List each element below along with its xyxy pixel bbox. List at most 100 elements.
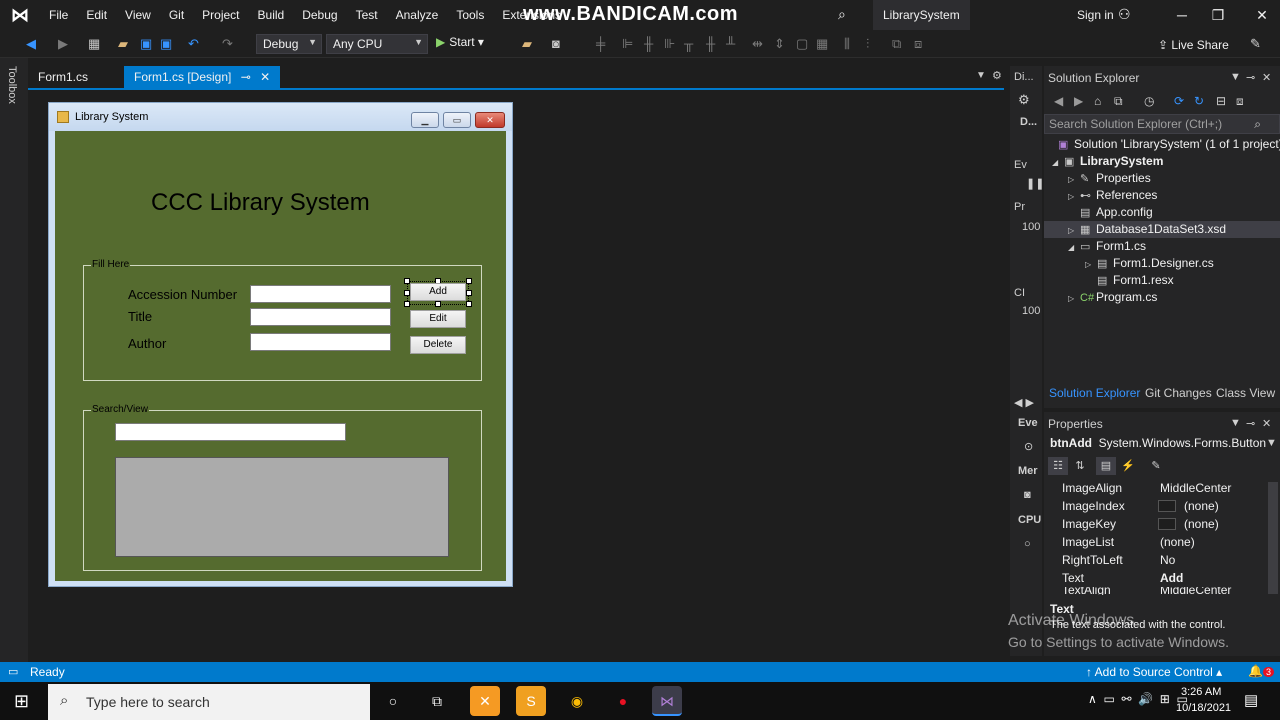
menu-analyze[interactable]: Analyze: [387, 0, 448, 30]
browse-icon[interactable]: ▰: [522, 36, 532, 52]
forward-icon[interactable]: ▶: [58, 36, 68, 52]
save-icon[interactable]: ▣: [140, 36, 152, 52]
visual-studio-logo-icon[interactable]: ⋈: [0, 0, 40, 30]
search-textbox[interactable]: [115, 423, 346, 441]
resize-handle[interactable]: [404, 301, 410, 307]
fill-here-groupbox[interactable]: Fill Here Accession Number Title Author …: [83, 259, 482, 381]
tab-git-changes[interactable]: Git Changes: [1145, 386, 1212, 400]
feedback-icon[interactable]: ✎: [1250, 36, 1261, 52]
property-row[interactable]: TextAlign MiddleCenter: [1044, 587, 1264, 595]
collapse-all-icon[interactable]: ⊟: [1216, 94, 1226, 108]
property-row[interactable]: ImageIndex (none): [1044, 497, 1264, 515]
tab-solution-explorer[interactable]: Solution Explorer: [1049, 386, 1140, 400]
pin-icon[interactable]: ⊸: [241, 70, 251, 84]
collapse-icon[interactable]: ▷: [1068, 171, 1080, 188]
expand-icon[interactable]: ◢: [1068, 239, 1080, 256]
gear-icon[interactable]: ⚙: [1018, 92, 1030, 108]
pin-icon[interactable]: ⊸: [1246, 417, 1255, 430]
property-row[interactable]: ImageList (none): [1044, 533, 1264, 551]
accession-number-textbox[interactable]: [250, 285, 391, 303]
toolbox-tab[interactable]: Toolbox: [6, 66, 18, 104]
align-top-icon[interactable]: ╥: [684, 36, 693, 51]
collapse-icon[interactable]: ▷: [1068, 290, 1080, 307]
property-pages-icon[interactable]: ✎: [1146, 457, 1166, 475]
pane-close-icon[interactable]: ✕: [1262, 417, 1271, 430]
refresh-icon[interactable]: ↻: [1194, 94, 1204, 108]
windows-start-icon[interactable]: ⊞: [14, 691, 29, 712]
align-bottom-icon[interactable]: ╨: [726, 36, 735, 51]
form-minimize-icon[interactable]: ▁: [411, 112, 439, 128]
scroll-left-icon[interactable]: ◀ ▶: [1014, 396, 1034, 409]
back-icon[interactable]: ◀: [26, 36, 36, 52]
event-icon[interactable]: ⊙: [1024, 440, 1033, 453]
tree-item-form1-resx[interactable]: ▤ Form1.resx: [1044, 272, 1280, 289]
diagnostics-tab[interactable]: Di...: [1014, 71, 1034, 83]
visual-studio-taskbar-icon[interactable]: ⋈: [652, 686, 682, 716]
tree-item-references[interactable]: ▷ ⊷ References: [1044, 187, 1280, 204]
accession-number-label[interactable]: Accession Number: [128, 287, 237, 302]
tree-item-project[interactable]: ◢ ▣ LibrarySystem: [1044, 153, 1280, 170]
show-all-files-icon[interactable]: ⧈: [1236, 94, 1244, 109]
grid-icon[interactable]: ▦: [816, 36, 828, 52]
tab-close-icon[interactable]: ✕: [260, 70, 270, 84]
cortana-icon[interactable]: ○: [378, 686, 408, 716]
align-left-icon[interactable]: ⊫: [622, 36, 633, 52]
cpu-usage-tab[interactable]: CPU: [1018, 514, 1041, 526]
tree-item-solution[interactable]: ▣ Solution 'LibrarySystem' (1 of 1 projec…: [1044, 136, 1280, 153]
tree-item-program[interactable]: ▷ C# Program.cs: [1044, 289, 1280, 306]
pending-changes-icon[interactable]: ◷: [1144, 94, 1154, 108]
platform-select[interactable]: Any CPU ▼: [326, 34, 428, 54]
resize-handle[interactable]: [435, 301, 441, 307]
sync-icon[interactable]: ⟳: [1174, 94, 1184, 108]
menu-build[interactable]: Build: [249, 0, 294, 30]
solution-search-input[interactable]: Search Solution Explorer (Ctrl+;) ⌕: [1044, 114, 1280, 134]
tree-item-app-config[interactable]: ▤ App.config: [1044, 204, 1280, 221]
configuration-select[interactable]: Debug ▼: [256, 34, 322, 54]
chrome-icon[interactable]: ◉: [562, 686, 592, 716]
designer-form-window[interactable]: Library System ▁ ▭ ✕ CCC Library System …: [48, 102, 513, 587]
property-row[interactable]: RightToLeft No: [1044, 551, 1264, 569]
tree-item-form1-designer[interactable]: ▷ ▤ Form1.Designer.cs: [1044, 255, 1280, 272]
send-back-icon[interactable]: ⧈: [914, 36, 922, 52]
tab-form1-cs[interactable]: Form1.cs: [28, 66, 98, 88]
menu-git[interactable]: Git: [160, 0, 193, 30]
taskbar-search-box[interactable]: ⌕ Type here to search: [48, 684, 370, 720]
events-lightning-icon[interactable]: ⚡: [1118, 457, 1138, 475]
add-to-source-control-button[interactable]: ↑ Add to Source Control ▴: [1086, 665, 1222, 679]
minimize-icon[interactable]: ─: [1164, 0, 1200, 30]
author-label[interactable]: Author: [128, 336, 166, 351]
open-folder-icon[interactable]: ▰: [118, 36, 128, 52]
clock-time[interactable]: 3:26 AM: [1181, 686, 1221, 698]
form-maximize-icon[interactable]: ▭: [443, 112, 471, 128]
collapse-icon[interactable]: ▷: [1068, 188, 1080, 205]
same-width-icon[interactable]: ⇹: [752, 36, 763, 52]
data-grid-view[interactable]: [115, 457, 449, 557]
menu-view[interactable]: View: [116, 0, 160, 30]
switch-views-icon[interactable]: ⧉: [1114, 94, 1123, 109]
align-icon[interactable]: ╪: [596, 36, 605, 51]
task-view-icon[interactable]: ⧉: [422, 686, 452, 716]
alphabetical-icon[interactable]: ⇅: [1070, 457, 1090, 475]
property-row[interactable]: ImageKey (none): [1044, 515, 1264, 533]
collapse-icon[interactable]: ▷: [1068, 222, 1080, 239]
property-row[interactable]: Text Add: [1044, 569, 1264, 587]
spacing-icon[interactable]: ⫼: [844, 36, 850, 52]
record-icon[interactable]: ○: [1024, 538, 1031, 550]
live-share-button[interactable]: ⇪ Live Share: [1158, 38, 1229, 52]
system-tray[interactable]: ∧ ▭ ⚯ 🔊 ⊞ ▭: [1088, 692, 1188, 706]
delete-button[interactable]: Delete: [410, 336, 466, 354]
resize-handle[interactable]: [466, 290, 472, 296]
add-button[interactable]: Add: [410, 283, 466, 301]
properties-view-icon[interactable]: ▤: [1096, 457, 1116, 475]
align-right-icon[interactable]: ⊪: [664, 36, 675, 52]
author-textbox[interactable]: [250, 333, 391, 351]
search-icon[interactable]: ⌕: [838, 6, 846, 23]
signin-link[interactable]: Sign in: [1077, 0, 1114, 30]
xampp-icon[interactable]: ✕: [470, 686, 500, 716]
pane-close-icon[interactable]: ✕: [1262, 71, 1271, 84]
back-icon[interactable]: ◀: [1054, 94, 1063, 108]
action-center-icon[interactable]: ▤: [1244, 691, 1258, 709]
align-middle-icon[interactable]: ╫: [706, 36, 715, 51]
save-all-icon[interactable]: ▣: [160, 36, 172, 52]
menu-file[interactable]: File: [40, 0, 77, 30]
